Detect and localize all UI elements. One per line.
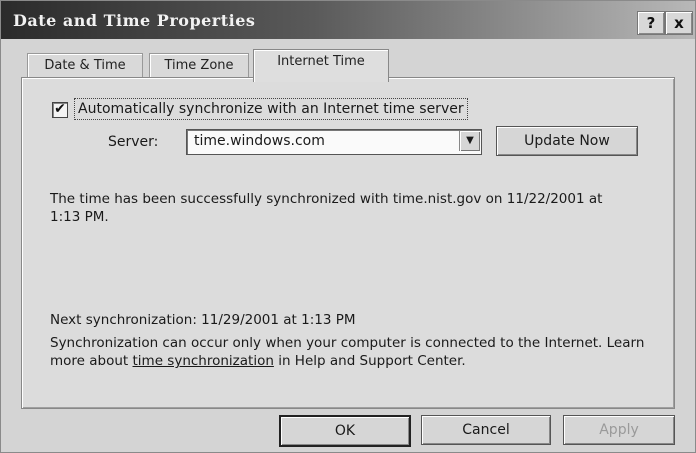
internet-time-panel: ✔ Automatically synchronize with an Inte… xyxy=(21,77,675,409)
tab-date-time[interactable]: Date & Time xyxy=(27,53,143,80)
close-icon: x xyxy=(674,14,684,32)
close-button[interactable]: x xyxy=(665,11,693,35)
tab-time-zone[interactable]: Time Zone xyxy=(149,53,249,80)
info-suffix: in Help and Support Center. xyxy=(273,353,466,369)
sync-info-text: Synchronization can occur only when your… xyxy=(50,334,650,370)
apply-label: Apply xyxy=(599,422,639,438)
check-mark-icon: ✔ xyxy=(54,101,66,117)
server-label: Server: xyxy=(108,134,159,150)
cancel-button[interactable]: Cancel xyxy=(421,415,551,445)
help-icon: ? xyxy=(646,14,656,32)
window-title: Date and Time Properties xyxy=(13,11,256,30)
sync-status-message: The time has been successfully synchroni… xyxy=(50,191,603,225)
server-value: time.windows.com xyxy=(194,133,325,149)
update-now-button[interactable]: Update Now xyxy=(496,126,638,156)
cancel-label: Cancel xyxy=(462,422,510,438)
update-now-label: Update Now xyxy=(524,133,610,149)
auto-sync-label[interactable]: Automatically synchronize with an Intern… xyxy=(74,98,468,120)
help-button[interactable]: ? xyxy=(637,11,665,35)
title-bar[interactable]: Date and Time Properties ? x xyxy=(1,1,695,39)
apply-button[interactable]: Apply xyxy=(563,415,675,445)
chevron-down-icon[interactable]: ▼ xyxy=(459,131,480,151)
time-sync-help-link[interactable]: time synchronization xyxy=(133,353,274,369)
ok-button[interactable]: OK xyxy=(279,415,411,447)
server-select[interactable]: time.windows.com ▼ xyxy=(186,129,482,155)
next-sync-text: Next synchronization: 11/29/2001 at 1:13… xyxy=(50,312,356,328)
tab-internet-time[interactable]: Internet Time xyxy=(253,49,389,82)
date-time-properties-dialog: Date and Time Properties ? x Date & Time… xyxy=(0,0,696,453)
ok-label: OK xyxy=(334,423,356,439)
auto-sync-checkbox[interactable]: ✔ xyxy=(52,102,68,118)
